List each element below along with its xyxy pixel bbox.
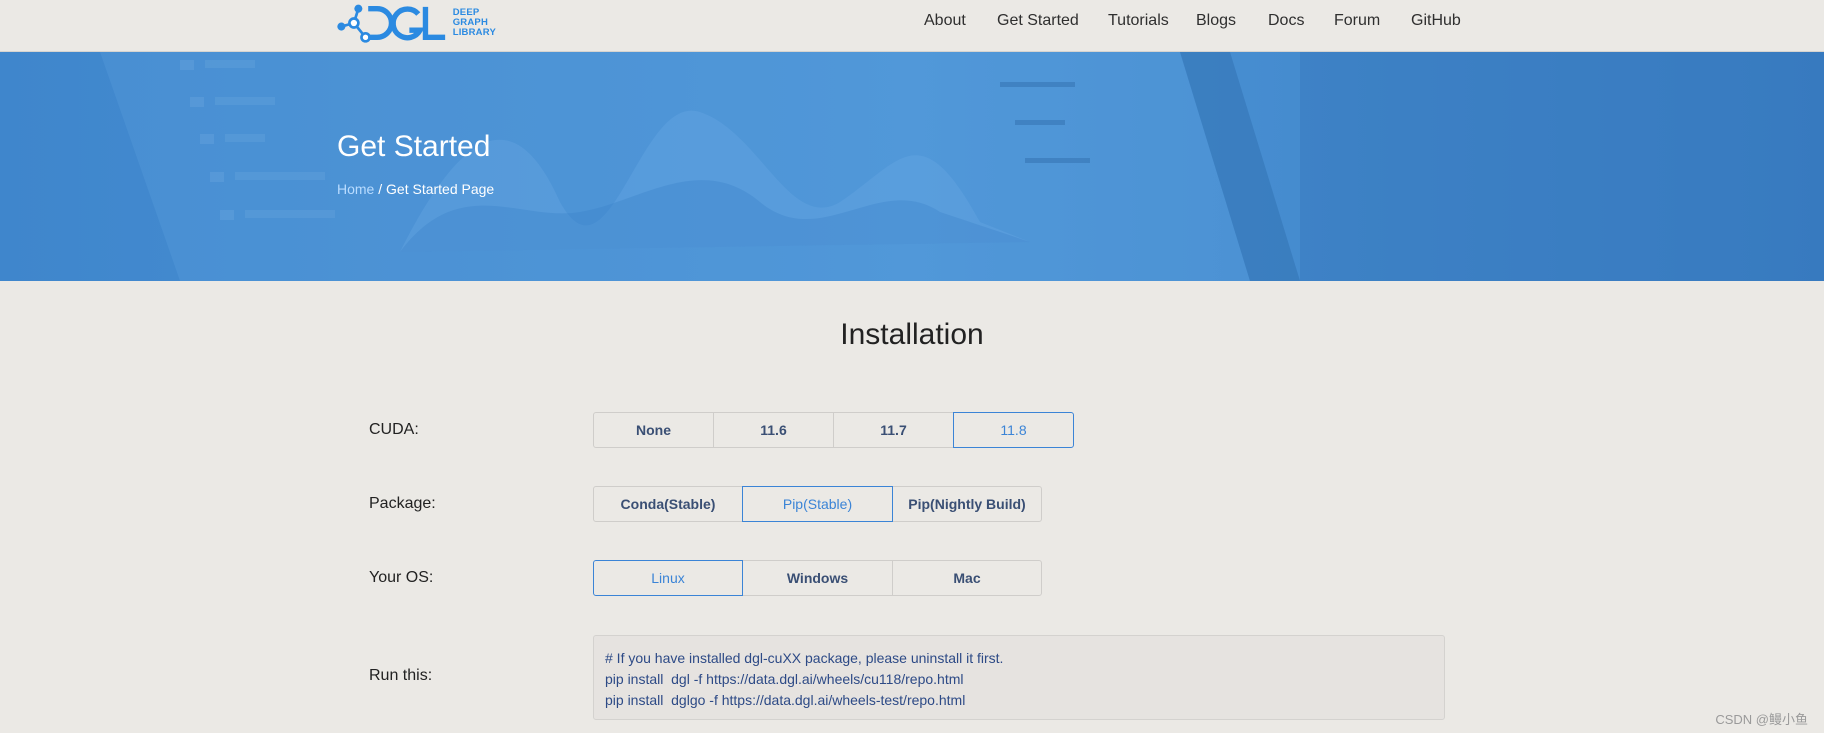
os-option-mac[interactable]: Mac [892, 560, 1042, 596]
os-label: Your OS: [369, 569, 434, 586]
run-label: Run this: [369, 667, 433, 684]
logo-wordmark: DEEP GRAPH LIBRARY [453, 8, 496, 38]
nav-forum[interactable]: Forum [1334, 12, 1380, 30]
breadcrumb: Home / Get Started Page [337, 181, 494, 197]
nav-github[interactable]: GitHub [1411, 12, 1461, 30]
nav-blogs[interactable]: Blogs [1196, 12, 1236, 30]
os-option-linux[interactable]: Linux [593, 560, 743, 596]
top-navbar: DEEP GRAPH LIBRARY About Get Started Tut… [0, 0, 1824, 52]
package-option-conda-stable[interactable]: Conda(Stable) [593, 486, 743, 522]
command-comment-line: # If you have installed dgl-cuXX package… [605, 650, 1004, 666]
nav-get-started[interactable]: Get Started [997, 12, 1079, 30]
os-options: Linux Windows Mac [593, 560, 1042, 596]
dgl-logo-icon [337, 4, 446, 43]
cuda-options: None 11.6 11.7 11.8 [593, 412, 1074, 448]
package-option-pip-nightly[interactable]: Pip(Nightly Build) [892, 486, 1042, 522]
package-label: Package: [369, 495, 436, 512]
package-options: Conda(Stable) Pip(Stable) Pip(Nightly Bu… [593, 486, 1042, 522]
cuda-option-11-8[interactable]: 11.8 [953, 412, 1074, 448]
nav-tutorials[interactable]: Tutorials [1108, 12, 1169, 30]
breadcrumb-separator: / [374, 181, 387, 197]
os-option-windows[interactable]: Windows [742, 560, 893, 596]
installation-title: Installation [840, 318, 984, 351]
package-option-pip-stable[interactable]: Pip(Stable) [742, 486, 893, 522]
command-line-dglgo: pip install dglgo -f https://data.dgl.ai… [605, 692, 966, 708]
install-command-box[interactable]: # If you have installed dgl-cuXX package… [593, 635, 1445, 720]
cuda-label: CUDA: [369, 421, 419, 438]
csdn-watermark: CSDN @鳗小鱼 [1715, 712, 1808, 727]
cuda-option-none[interactable]: None [593, 412, 714, 448]
dgl-logo[interactable]: DEEP GRAPH LIBRARY [336, 1, 496, 45]
hero-background-graphic [0, 52, 1824, 281]
hero-banner: Get Started Home / Get Started Page [0, 52, 1824, 281]
command-line-dgl: pip install dgl -f https://data.dgl.ai/w… [605, 671, 964, 687]
nav-docs[interactable]: Docs [1268, 12, 1304, 30]
breadcrumb-current: Get Started Page [386, 181, 495, 197]
page-title: Get Started [337, 130, 491, 163]
nav-about[interactable]: About [924, 12, 966, 30]
cuda-option-11-7[interactable]: 11.7 [833, 412, 954, 448]
breadcrumb-home-link[interactable]: Home [337, 181, 374, 197]
logo-line-library: LIBRARY [452, 27, 496, 38]
cuda-option-11-6[interactable]: 11.6 [713, 412, 834, 448]
